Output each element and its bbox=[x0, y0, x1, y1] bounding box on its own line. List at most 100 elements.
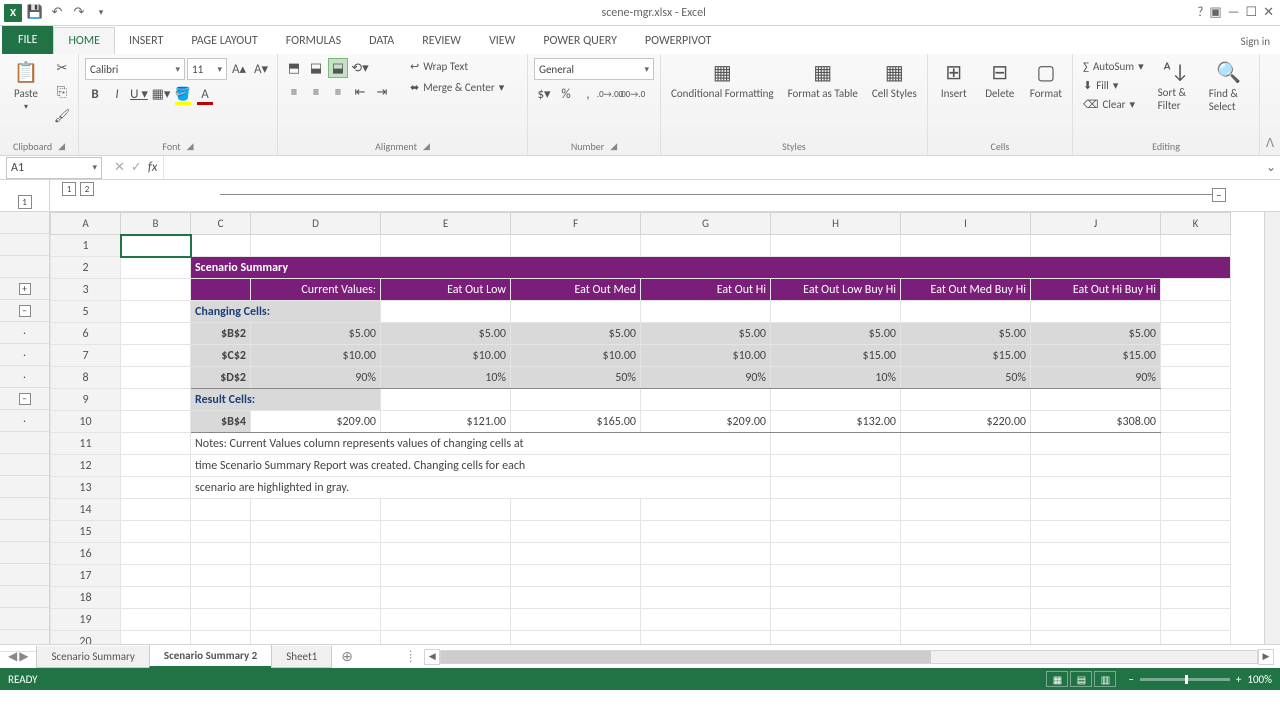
row-outline-level-2[interactable]: 2 bbox=[80, 182, 94, 196]
cell-value[interactable]: $5.00 bbox=[1031, 323, 1161, 345]
number-format-select[interactable]: General bbox=[534, 58, 654, 80]
font-size-select[interactable]: 11 bbox=[187, 58, 227, 80]
col-header-B[interactable]: B bbox=[121, 213, 191, 235]
tab-formulas[interactable]: FORMULAS bbox=[272, 28, 355, 54]
row-header[interactable]: 16 bbox=[51, 543, 121, 565]
col-header-I[interactable]: I bbox=[901, 213, 1031, 235]
horizontal-scrollbar[interactable] bbox=[440, 650, 1258, 664]
comma-icon[interactable]: , bbox=[578, 84, 598, 104]
col-header-F[interactable]: F bbox=[511, 213, 641, 235]
new-sheet-icon[interactable]: ⊕ bbox=[331, 648, 363, 665]
col-header-A[interactable]: A bbox=[51, 213, 121, 235]
row-header[interactable]: 17 bbox=[51, 565, 121, 587]
cell-value[interactable]: $5.00 bbox=[511, 323, 641, 345]
orientation-icon[interactable]: ⟲▾ bbox=[350, 58, 370, 78]
col-header-H[interactable]: H bbox=[771, 213, 901, 235]
cell-value[interactable]: $121.00 bbox=[381, 411, 511, 433]
row-header[interactable]: 7 bbox=[51, 345, 121, 367]
view-normal-icon[interactable]: ▦ bbox=[1046, 671, 1068, 687]
alignment-launcher-icon[interactable]: ◢ bbox=[423, 141, 430, 152]
increase-indent-icon[interactable]: ⇥ bbox=[372, 82, 392, 102]
help-icon[interactable]: ? bbox=[1197, 5, 1203, 20]
view-page-break-icon[interactable]: ▥ bbox=[1094, 671, 1116, 687]
row-header[interactable]: 20 bbox=[51, 631, 121, 645]
decrease-indent-icon[interactable]: ⇤ bbox=[350, 82, 370, 102]
percent-icon[interactable]: % bbox=[556, 84, 576, 104]
col-header-J[interactable]: J bbox=[1031, 213, 1161, 235]
tab-powerpivot[interactable]: POWERPIVOT bbox=[631, 28, 725, 54]
cell-styles-button[interactable]: ▦Cell Styles bbox=[868, 58, 921, 102]
row-header[interactable]: 12 bbox=[51, 455, 121, 477]
vertical-scrollbar[interactable] bbox=[1264, 212, 1280, 644]
row-header[interactable]: 15 bbox=[51, 521, 121, 543]
delete-cells-button[interactable]: ⊟Delete bbox=[980, 58, 1020, 102]
decrease-font-icon[interactable]: A▾ bbox=[251, 59, 271, 79]
accounting-icon[interactable]: $▾ bbox=[534, 84, 554, 104]
row-header[interactable]: 8 bbox=[51, 367, 121, 389]
cell-value[interactable]: $165.00 bbox=[511, 411, 641, 433]
outline-collapse-row5[interactable]: − bbox=[19, 305, 31, 317]
cell-value[interactable]: $10.00 bbox=[641, 345, 771, 367]
cell-value[interactable]: $308.00 bbox=[1031, 411, 1161, 433]
cell-value[interactable]: $5.00 bbox=[771, 323, 901, 345]
tab-data[interactable]: DATA bbox=[355, 28, 408, 54]
autosum-button[interactable]: ∑AutoSum ▾ bbox=[1079, 58, 1148, 75]
notes-line[interactable]: scenario are highlighted in gray. bbox=[191, 477, 771, 499]
fill-color-icon[interactable]: 🪣 bbox=[173, 84, 193, 104]
cell-value[interactable]: $15.00 bbox=[901, 345, 1031, 367]
enter-formula-icon[interactable]: ✓ bbox=[131, 160, 142, 175]
cell-ref[interactable]: $C$2 bbox=[191, 345, 251, 367]
scenario-title[interactable]: Scenario Summary bbox=[191, 257, 1231, 279]
col-header-C[interactable]: C bbox=[191, 213, 251, 235]
row-header[interactable]: 11 bbox=[51, 433, 121, 455]
border-icon[interactable]: ▦▾ bbox=[151, 84, 171, 104]
section-changing[interactable]: Changing Cells: bbox=[191, 301, 381, 323]
underline-button[interactable]: U ▾ bbox=[129, 84, 149, 104]
close-icon[interactable]: ✕ bbox=[1263, 5, 1274, 20]
format-painter-icon[interactable]: 🖌 bbox=[52, 106, 72, 126]
format-cells-button[interactable]: ▢Format bbox=[1026, 58, 1066, 102]
cell-value[interactable]: 90% bbox=[641, 367, 771, 389]
col-outline-level-1[interactable]: 1 bbox=[18, 195, 32, 209]
align-left-icon[interactable]: ≡ bbox=[284, 82, 304, 102]
cell-value[interactable]: $15.00 bbox=[1031, 345, 1161, 367]
font-launcher-icon[interactable]: ◢ bbox=[187, 141, 194, 152]
tab-view[interactable]: VIEW bbox=[475, 28, 529, 54]
cut-icon[interactable]: ✂ bbox=[52, 58, 72, 78]
cell-value[interactable]: 10% bbox=[771, 367, 901, 389]
cell-value[interactable]: $5.00 bbox=[381, 323, 511, 345]
increase-decimal-icon[interactable]: .0→.00 bbox=[600, 84, 620, 104]
cell-ref[interactable]: $B$2 bbox=[191, 323, 251, 345]
row-header[interactable]: 13 bbox=[51, 477, 121, 499]
zoom-level[interactable]: 100% bbox=[1247, 673, 1272, 686]
col-header-K[interactable]: K bbox=[1161, 213, 1231, 235]
save-icon[interactable]: 💾 bbox=[26, 4, 44, 22]
zoom-in-icon[interactable]: + bbox=[1236, 673, 1241, 686]
outline-collapse-row9[interactable]: − bbox=[19, 393, 31, 405]
sort-filter-button[interactable]: ᴬ↓Sort & Filter bbox=[1154, 58, 1199, 114]
collapse-ribbon-icon[interactable]: ᐱ bbox=[1266, 136, 1274, 151]
wrap-text-button[interactable]: ↩Wrap Text bbox=[406, 58, 508, 75]
hscroll-right-icon[interactable]: ▶ bbox=[1258, 649, 1274, 665]
paste-button[interactable]: 📋Paste▾ bbox=[6, 58, 46, 114]
cell-value[interactable]: $220.00 bbox=[901, 411, 1031, 433]
row-header[interactable]: 2 bbox=[51, 257, 121, 279]
zoom-slider[interactable] bbox=[1140, 678, 1230, 681]
row-outline-level-1[interactable]: 1 bbox=[62, 182, 76, 196]
cell-value[interactable]: $132.00 bbox=[771, 411, 901, 433]
redo-icon[interactable]: ↷ bbox=[70, 4, 88, 22]
sheet-nav-next-icon[interactable]: ▶ bbox=[19, 649, 28, 664]
cell-ref[interactable]: $B$4 bbox=[191, 411, 251, 433]
font-name-select[interactable]: Calibri bbox=[85, 58, 185, 80]
header-col[interactable]: Eat Out Med Buy Hi bbox=[901, 279, 1031, 301]
sheet-nav-prev-icon[interactable]: ◀ bbox=[8, 649, 17, 664]
align-middle-icon[interactable]: ⬓ bbox=[306, 58, 326, 78]
align-center-icon[interactable]: ≡ bbox=[306, 82, 326, 102]
cell-value[interactable]: $5.00 bbox=[901, 323, 1031, 345]
notes-line[interactable]: time Scenario Summary Report was created… bbox=[191, 455, 771, 477]
header-col[interactable]: Eat Out Med bbox=[511, 279, 641, 301]
decrease-decimal-icon[interactable]: .00→.0 bbox=[622, 84, 642, 104]
format-as-table-button[interactable]: ▦Format as Table bbox=[784, 58, 862, 102]
cell-value[interactable]: 50% bbox=[901, 367, 1031, 389]
cell-value[interactable]: $5.00 bbox=[641, 323, 771, 345]
